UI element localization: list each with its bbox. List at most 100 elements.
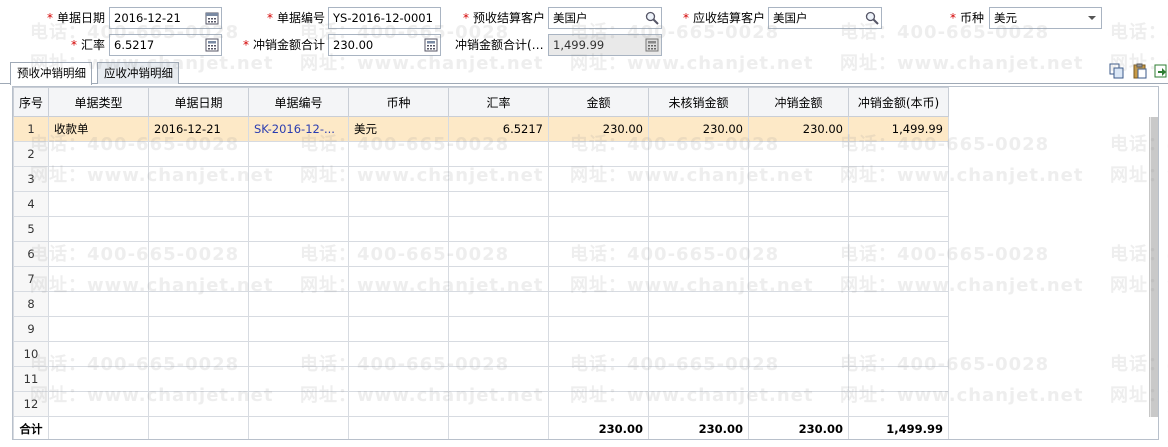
cell-currency[interactable]: [348, 241, 449, 267]
table-row[interactable]: 4: [13, 191, 949, 217]
search-icon[interactable]: [645, 11, 659, 25]
prepay-customer-field[interactable]: 美国户: [548, 7, 662, 29]
receivable-customer-field[interactable]: 美国户: [768, 7, 882, 29]
cell-offset[interactable]: [748, 341, 849, 367]
cell-currency[interactable]: [348, 191, 449, 217]
column-header[interactable]: 单据编号: [248, 87, 349, 117]
cell-rate[interactable]: [448, 366, 549, 392]
cell-no[interactable]: [248, 291, 349, 317]
cell-date[interactable]: [148, 291, 249, 317]
column-header[interactable]: 金额: [548, 87, 649, 117]
cell-offset-local[interactable]: [848, 391, 949, 417]
cell-rate[interactable]: [448, 166, 549, 192]
cell-currency[interactable]: [348, 166, 449, 192]
offset-total-field[interactable]: 230.00: [328, 34, 441, 56]
rate-field[interactable]: 6.5217: [109, 34, 222, 56]
cell-date[interactable]: [148, 341, 249, 367]
cell-offset-local[interactable]: 1,499.99: [848, 116, 949, 142]
cell-offset[interactable]: [748, 316, 849, 342]
column-header[interactable]: 冲销金额: [748, 87, 849, 117]
cell-amount[interactable]: 230.00: [548, 116, 649, 142]
column-header[interactable]: 未核销金额: [648, 87, 749, 117]
calculator-icon[interactable]: [424, 38, 438, 52]
cell-offset-local[interactable]: [848, 291, 949, 317]
column-header[interactable]: 单据日期: [148, 87, 249, 117]
table-row[interactable]: 1 收款单 2016-12-21 SK-2016-12-... 美元 6.5217 230.…: [13, 116, 949, 142]
cell-offset-local[interactable]: [848, 191, 949, 217]
cell-unverified[interactable]: [648, 266, 749, 292]
cell-rate[interactable]: [448, 141, 549, 167]
tab-prepay-offset[interactable]: 预收冲销明细: [10, 62, 92, 85]
cell-offset-local[interactable]: [848, 366, 949, 392]
cell-unverified[interactable]: [648, 191, 749, 217]
cell-offset[interactable]: 230.00: [748, 116, 849, 142]
cell-offset[interactable]: [748, 291, 849, 317]
cell-rate[interactable]: [448, 266, 549, 292]
calendar-icon[interactable]: [205, 11, 219, 25]
calculator-icon[interactable]: [205, 38, 219, 52]
cell-type[interactable]: 收款单: [48, 116, 149, 142]
cell-offset-local[interactable]: [848, 141, 949, 167]
table-row[interactable]: 7: [13, 266, 949, 292]
cell-date[interactable]: [148, 391, 249, 417]
cell-unverified[interactable]: 230.00: [648, 116, 749, 142]
cell-currency[interactable]: [348, 341, 449, 367]
cell-offset-local[interactable]: [848, 341, 949, 367]
column-header[interactable]: 币种: [348, 87, 449, 117]
cell-amount[interactable]: [548, 366, 649, 392]
cell-type[interactable]: [48, 391, 149, 417]
cell-no[interactable]: [248, 191, 349, 217]
table-row[interactable]: 9: [13, 316, 949, 342]
cell-unverified[interactable]: [648, 341, 749, 367]
cell-unverified[interactable]: [648, 316, 749, 342]
currency-select[interactable]: 美元: [989, 7, 1102, 29]
column-header[interactable]: 序号: [13, 87, 49, 117]
cell-rate[interactable]: 6.5217: [448, 116, 549, 142]
chevron-down-icon[interactable]: [1083, 8, 1101, 28]
cell-offset-local[interactable]: [848, 166, 949, 192]
cell-rate[interactable]: [448, 191, 549, 217]
table-row[interactable]: 11: [13, 366, 949, 392]
cell-offset[interactable]: [748, 216, 849, 242]
cell-currency[interactable]: [348, 316, 449, 342]
cell-no[interactable]: [248, 391, 349, 417]
cell-amount[interactable]: [548, 266, 649, 292]
cell-date[interactable]: [148, 166, 249, 192]
table-row[interactable]: 8: [13, 291, 949, 317]
table-row[interactable]: 10: [13, 341, 949, 367]
scrollbar-thumb[interactable]: [1151, 117, 1158, 417]
cell-unverified[interactable]: [648, 391, 749, 417]
table-row[interactable]: 12: [13, 391, 949, 417]
cell-date[interactable]: [148, 366, 249, 392]
cell-amount[interactable]: [548, 191, 649, 217]
cell-date[interactable]: [148, 216, 249, 242]
export-icon[interactable]: [1154, 63, 1168, 79]
cell-type[interactable]: [48, 266, 149, 292]
cell-no[interactable]: [248, 266, 349, 292]
cell-offset[interactable]: [748, 141, 849, 167]
cell-type[interactable]: [48, 291, 149, 317]
vertical-scrollbar[interactable]: [1149, 117, 1158, 417]
cell-no[interactable]: [248, 366, 349, 392]
cell-offset[interactable]: [748, 241, 849, 267]
cell-offset-local[interactable]: [848, 266, 949, 292]
cell-unverified[interactable]: [648, 241, 749, 267]
cell-offset-local[interactable]: [848, 241, 949, 267]
cell-date[interactable]: [148, 316, 249, 342]
cell-date[interactable]: [148, 191, 249, 217]
doc-no-field[interactable]: YS-2016-12-0001: [328, 7, 441, 29]
cell-currency[interactable]: 美元: [348, 116, 449, 142]
cell-amount[interactable]: [548, 291, 649, 317]
cell-amount[interactable]: [548, 216, 649, 242]
cell-offset[interactable]: [748, 391, 849, 417]
cell-no[interactable]: SK-2016-12-...: [248, 116, 349, 142]
cell-rate[interactable]: [448, 291, 549, 317]
cell-amount[interactable]: [548, 341, 649, 367]
column-header[interactable]: 冲销金额(本币): [848, 87, 949, 117]
cell-amount[interactable]: [548, 166, 649, 192]
cell-date[interactable]: [148, 241, 249, 267]
cell-offset[interactable]: [748, 266, 849, 292]
cell-date[interactable]: 2016-12-21: [148, 116, 249, 142]
cell-rate[interactable]: [448, 341, 549, 367]
tab-receivable-offset[interactable]: 应收冲销明细: [97, 62, 179, 84]
